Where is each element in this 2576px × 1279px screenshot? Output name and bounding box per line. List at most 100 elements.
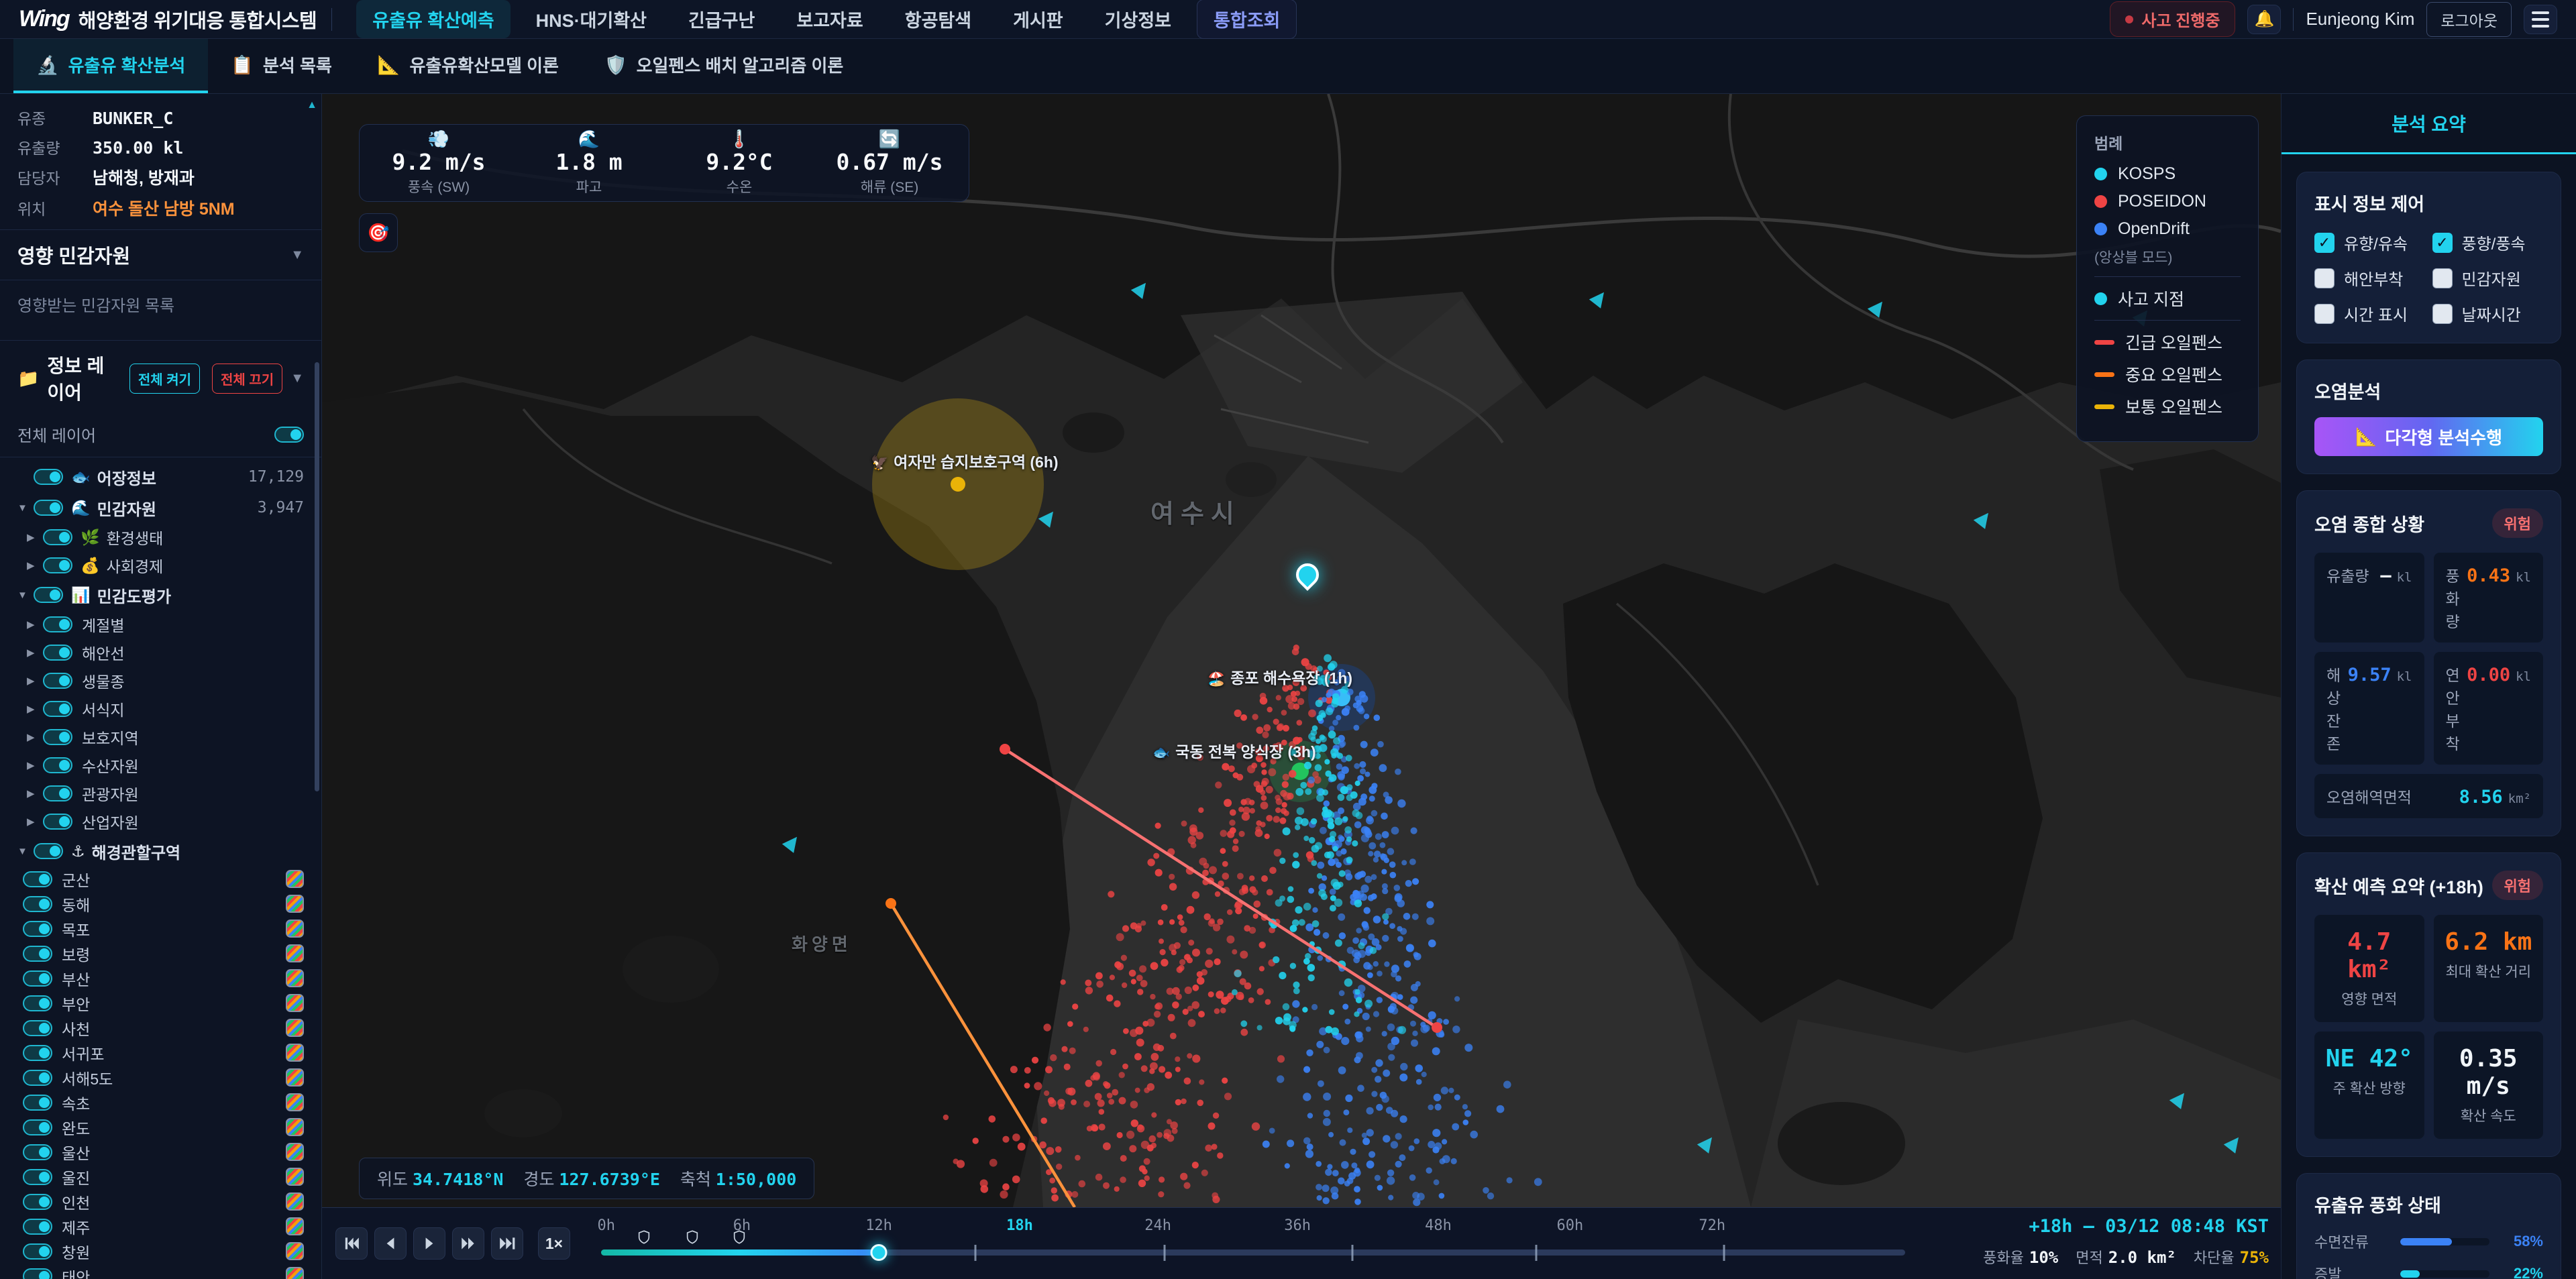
fence-deploy-marker-icon[interactable] (685, 1229, 700, 1248)
layer-toggle[interactable] (43, 729, 72, 745)
tree-expand-closed-icon[interactable]: ▶ (27, 816, 43, 828)
layer-toggle[interactable] (23, 946, 52, 962)
sidebar-scrollbar[interactable] (315, 362, 319, 791)
layer-style-button[interactable] (286, 920, 304, 938)
tree-expand-closed-icon[interactable]: ▶ (27, 647, 43, 659)
display-checkbox[interactable]: 해안부착 (2314, 266, 2426, 290)
layer-toggle[interactable] (43, 616, 72, 632)
tree-expand-open-icon[interactable]: ▼ (17, 590, 34, 601)
layer-style-button[interactable] (286, 1168, 304, 1186)
layer-style-button[interactable] (286, 1267, 304, 1279)
fast-forward-button[interactable] (452, 1227, 484, 1260)
nav-item[interactable]: 게시판 (997, 0, 1079, 38)
layer-style-button[interactable] (286, 1242, 304, 1260)
nav-item[interactable]: 항공탐색 (889, 0, 987, 38)
target-tool-button[interactable]: 🎯 (359, 213, 398, 252)
display-checkbox[interactable]: 민감자원 (2432, 266, 2544, 290)
layer-toggle[interactable] (23, 1095, 52, 1111)
tree-expand-closed-icon[interactable]: ▶ (27, 703, 43, 715)
layer-style-button[interactable] (286, 969, 304, 987)
layer-style-button[interactable] (286, 895, 304, 913)
layer-style-button[interactable] (286, 870, 304, 888)
impact-section-header[interactable]: 영향 민감자원 ▼ (17, 241, 304, 269)
nav-item[interactable]: 통합조회 (1197, 0, 1297, 39)
tree-expand-closed-icon[interactable]: ▶ (27, 531, 43, 543)
layer-style-button[interactable] (286, 1118, 304, 1136)
polygon-analysis-button[interactable]: 📐 다각형 분석수행 (2314, 417, 2543, 456)
layer-toggle[interactable] (23, 871, 52, 887)
tree-expand-closed-icon[interactable]: ▶ (27, 731, 43, 743)
tree-expand-closed-icon[interactable]: ▶ (27, 618, 43, 630)
layer-toggle[interactable] (23, 1045, 52, 1061)
layer-style-button[interactable] (286, 1093, 304, 1111)
layer-toggle[interactable] (43, 557, 72, 573)
skip-end-button[interactable] (491, 1227, 523, 1260)
tree-expand-open-icon[interactable]: ▼ (17, 846, 34, 857)
display-checkbox[interactable]: ✓유향/유속 (2314, 231, 2426, 254)
all-layers-on-button[interactable]: 전체 켜기 (129, 364, 200, 394)
step-back-button[interactable] (374, 1227, 407, 1260)
layer-toggle[interactable] (43, 529, 72, 545)
nav-item[interactable]: 긴급구난 (672, 0, 771, 38)
layer-style-button[interactable] (286, 1192, 304, 1211)
menu-button[interactable] (2524, 5, 2557, 34)
layer-toggle[interactable] (43, 645, 72, 661)
timeline-handle[interactable] (871, 1244, 888, 1261)
layer-style-button[interactable] (286, 1068, 304, 1087)
nav-item[interactable]: 기상정보 (1089, 0, 1187, 38)
tree-expand-closed-icon[interactable]: ▶ (27, 759, 43, 771)
tab-item[interactable]: 🛡️오일펜스 배치 알고리즘 이론 (582, 39, 866, 93)
tab-item[interactable]: 📋분석 목록 (208, 39, 355, 93)
tab-item[interactable]: 📐유출유확산모델 이론 (355, 39, 582, 93)
tree-expand-closed-icon[interactable]: ▶ (27, 675, 43, 687)
layer-toggle[interactable] (23, 995, 52, 1011)
display-checkbox[interactable]: ✓풍향/풍속 (2432, 231, 2544, 254)
display-checkbox[interactable]: 날짜시간 (2432, 302, 2544, 325)
layer-style-button[interactable] (286, 1044, 304, 1062)
layer-toggle[interactable] (23, 921, 52, 937)
tree-expand-closed-icon[interactable]: ▶ (27, 787, 43, 799)
layer-toggle[interactable] (43, 757, 72, 773)
layer-toggle[interactable] (23, 970, 52, 987)
layer-style-button[interactable] (286, 944, 304, 962)
layer-toggle[interactable] (43, 673, 72, 689)
layer-toggle[interactable] (23, 1144, 52, 1160)
layer-toggle[interactable] (34, 500, 63, 516)
layer-toggle[interactable] (43, 785, 72, 801)
layer-style-button[interactable] (286, 994, 304, 1012)
layer-toggle[interactable] (23, 1268, 52, 1279)
layer-toggle[interactable] (23, 1194, 52, 1210)
layer-toggle[interactable] (23, 1119, 52, 1135)
nav-item[interactable]: HNS·대기확산 (520, 0, 663, 38)
layer-toggle[interactable] (23, 1219, 52, 1235)
layer-toggle[interactable] (43, 814, 72, 830)
notifications-button[interactable]: 🔔 (2247, 5, 2281, 34)
logout-button[interactable]: 로그아웃 (2426, 2, 2512, 37)
layer-toggle[interactable] (34, 469, 63, 485)
layer-style-button[interactable] (286, 1217, 304, 1235)
layer-style-button[interactable] (286, 1143, 304, 1161)
layer-toggle[interactable] (23, 1070, 52, 1086)
fence-deploy-marker-icon[interactable] (732, 1229, 747, 1248)
tree-expand-open-icon[interactable]: ▼ (17, 502, 34, 514)
master-layer-toggle[interactable] (274, 427, 304, 443)
layer-toggle[interactable] (34, 587, 63, 603)
analysis-panel-tab[interactable]: 분석 요약 (2282, 94, 2576, 154)
layer-toggle[interactable] (23, 896, 52, 912)
nav-item[interactable]: 보고자료 (780, 0, 879, 38)
timeline-track[interactable] (601, 1249, 1905, 1256)
map-canvas[interactable]: 여수시 화양면 💨9.2 m/s풍속 (SW)🌊1.8 m파고🌡️9.2°C수온… (322, 94, 2281, 1207)
playback-speed-button[interactable]: 1× (538, 1227, 570, 1260)
skip-start-button[interactable] (335, 1227, 368, 1260)
layer-toggle[interactable] (23, 1243, 52, 1260)
layer-style-button[interactable] (286, 1019, 304, 1037)
play-button[interactable] (413, 1227, 445, 1260)
all-layers-off-button[interactable]: 전체 끄기 (212, 364, 282, 394)
layer-toggle[interactable] (23, 1169, 52, 1185)
layer-toggle[interactable] (23, 1020, 52, 1036)
layer-toggle[interactable] (34, 843, 63, 859)
tab-active[interactable]: 🔬유출유 확산분석 (13, 39, 208, 93)
fence-deploy-marker-icon[interactable] (637, 1229, 651, 1248)
nav-item[interactable]: 유출유 확산예측 (356, 0, 510, 38)
scroll-up-icon[interactable]: ▲ (307, 99, 317, 111)
